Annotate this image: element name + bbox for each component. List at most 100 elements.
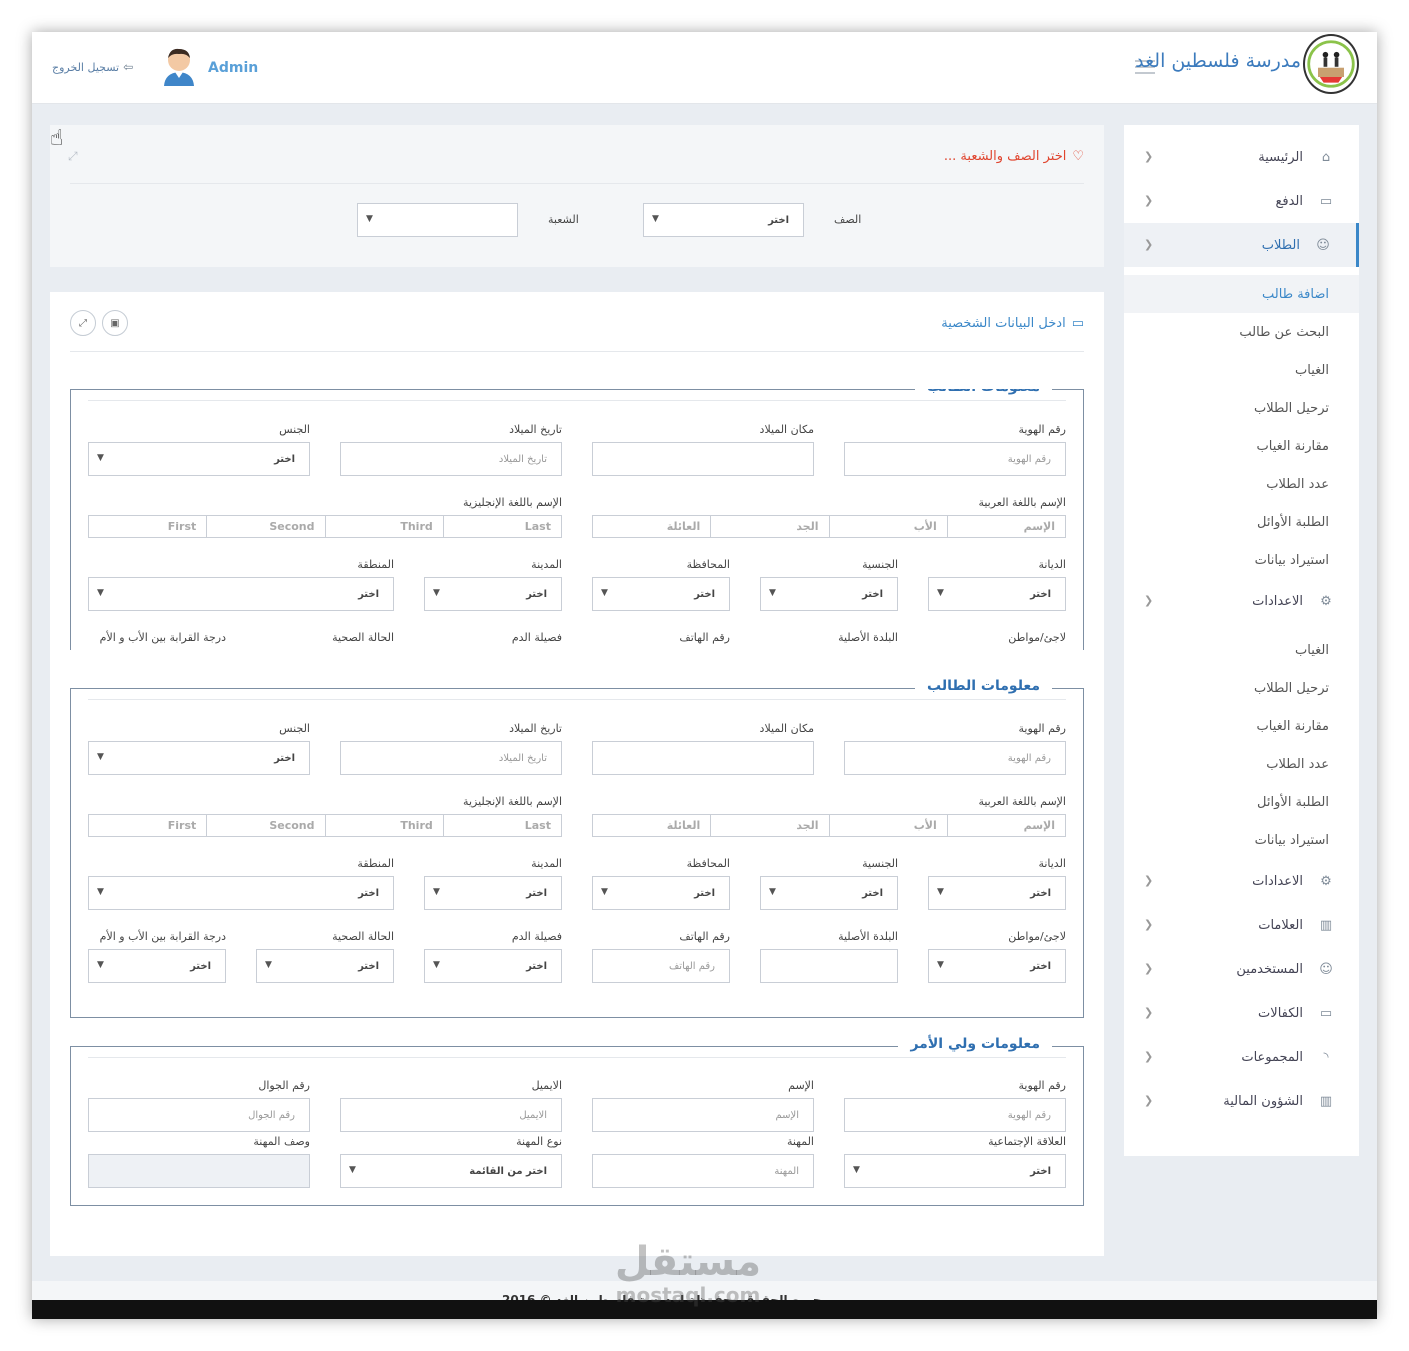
guardian-mobile-input[interactable]: رقم الجوال xyxy=(88,1098,310,1132)
gender-select[interactable]: اختر ▼ xyxy=(88,741,310,775)
religion-label: الديانة xyxy=(1038,857,1066,870)
grandfather-name-ar-input[interactable]: الجد xyxy=(711,815,830,836)
grandfather-name-ar-input[interactable]: الجد xyxy=(711,516,830,537)
guardian-fieldset-wrap: معلومات ولي الأمر رقم الهوية رقم الهوية … xyxy=(70,1036,1084,1206)
id-input[interactable]: رقم الهوية xyxy=(844,442,1066,476)
governorate-label: المحافظة xyxy=(686,558,730,571)
hometown-input[interactable] xyxy=(760,949,898,983)
governorate-select[interactable]: اختر ▼ xyxy=(592,577,730,611)
health-label: الحالة الصحية xyxy=(332,930,394,943)
region-select[interactable]: اختر ▼ xyxy=(88,577,394,611)
avatar[interactable] xyxy=(162,46,196,86)
chevron-down-icon: ▼ xyxy=(433,887,440,897)
health-select[interactable]: اختر ▼ xyxy=(256,949,394,983)
first-name-ar-input[interactable]: الإسم xyxy=(948,815,1065,836)
job-type-select[interactable]: اختر من القائمة ▼ xyxy=(340,1154,562,1188)
sidebar-sub-absence[interactable]: الغياب xyxy=(1124,351,1359,389)
job-input[interactable]: المهنة xyxy=(592,1154,814,1188)
id-input[interactable]: رقم الهوية xyxy=(844,741,1066,775)
sidebar-sub-search-student[interactable]: البحث عن طالب xyxy=(1124,313,1359,351)
sidebar-sub-absence-compare[interactable]: مقارنة الغياب xyxy=(1124,427,1359,465)
first-name-en-input[interactable]: First xyxy=(89,516,206,537)
refugee-select[interactable]: اختر ▼ xyxy=(928,949,1066,983)
sidebar-item-payment[interactable]: ▭ الدفع ❮ xyxy=(1124,179,1359,223)
save-button[interactable]: ▣ xyxy=(102,310,128,336)
last-name-en-input[interactable]: Last xyxy=(442,815,561,836)
folder-icon: ▭ xyxy=(1319,193,1333,209)
third-name-en-input[interactable]: Third xyxy=(324,516,443,537)
last-name-en-input[interactable]: Last xyxy=(442,516,561,537)
relation-select[interactable]: اختر ▼ xyxy=(844,1154,1066,1188)
admin-name[interactable]: Admin xyxy=(208,60,258,76)
region-select[interactable]: اختر ▼ xyxy=(88,876,394,910)
legend-underline xyxy=(88,400,1066,401)
first-name-en-input[interactable]: First xyxy=(89,815,206,836)
family-name-ar-input[interactable]: العائلة xyxy=(593,516,712,537)
sidebar-sub-top-students[interactable]: الطلبة الأوائل xyxy=(1124,503,1359,541)
sidebar-sub-import[interactable]: استيراد بيانات xyxy=(1124,821,1359,859)
birthplace-input[interactable] xyxy=(592,741,814,775)
sidebar-sub-add-student[interactable]: اضافة طالب xyxy=(1124,275,1359,313)
sidebar-item-finance[interactable]: ▥ الشؤون المالية ❮ xyxy=(1124,1079,1359,1123)
sidebar-sub-absence-compare[interactable]: مقارنة الغياب xyxy=(1124,707,1359,745)
third-name-en-input[interactable]: Third xyxy=(324,815,443,836)
religion-label: الديانة xyxy=(1038,558,1066,571)
religion-select[interactable]: اختر ▼ xyxy=(928,876,1066,910)
governorate-select[interactable]: اختر ▼ xyxy=(592,876,730,910)
guardian-name-input[interactable]: الإسم xyxy=(592,1098,814,1132)
birthdate-label: تاريخ الميلاد xyxy=(509,722,562,735)
guardian-id-input[interactable]: رقم الهوية xyxy=(844,1098,1066,1132)
sidebar-sub-top-students[interactable]: الطلبة الأوائل xyxy=(1124,783,1359,821)
sidebar-sub-import[interactable]: استيراد بيانات xyxy=(1124,541,1359,579)
chevron-left-icon: ❮ xyxy=(1144,1094,1154,1107)
birthplace-input[interactable] xyxy=(592,442,814,476)
student-legend: معلومات الطالب xyxy=(915,389,1052,395)
chevron-left-icon: ❮ xyxy=(1144,150,1154,163)
nationality-select[interactable]: اختر ▼ xyxy=(760,577,898,611)
family-name-ar-input[interactable]: العائلة xyxy=(593,815,712,836)
kinship-select[interactable]: اختر ▼ xyxy=(88,949,226,983)
father-name-ar-input[interactable]: الأب xyxy=(830,815,948,836)
phone-input[interactable]: رقم الهاتف xyxy=(592,949,730,983)
sidebar-item-settings[interactable]: ⚙ الاعدادات ❮ xyxy=(1124,579,1359,623)
blood-select[interactable]: اختر ▼ xyxy=(424,949,562,983)
class-select[interactable]: اختر ▼ xyxy=(643,203,804,237)
sidebar-sub-promote[interactable]: ترحيل الطلاب xyxy=(1124,389,1359,427)
religion-select[interactable]: اختر ▼ xyxy=(928,577,1066,611)
sidebar-sub-absence[interactable]: الغياب xyxy=(1124,631,1359,669)
father-name-ar-input[interactable]: الأب xyxy=(830,516,948,537)
job-desc-input[interactable] xyxy=(88,1154,310,1188)
chevron-down-icon: ▼ xyxy=(97,588,104,598)
sidebar-item-sponsorships[interactable]: ▭ الكفالات ❮ xyxy=(1124,991,1359,1035)
second-name-en-input[interactable]: Second xyxy=(206,815,324,836)
phone-label: رقم الهاتف xyxy=(679,930,730,943)
city-select[interactable]: اختر ▼ xyxy=(424,577,562,611)
fullscreen-button[interactable]: ⤢ xyxy=(70,310,96,336)
sidebar-sub-promote[interactable]: ترحيل الطلاب xyxy=(1124,669,1359,707)
expand-icon[interactable]: ⤢ xyxy=(68,149,78,164)
sidebar-item-groups[interactable]: ◝ المجموعات ❮ xyxy=(1124,1035,1359,1079)
user-icon: ☺ xyxy=(1319,961,1333,977)
nationality-select[interactable]: اختر ▼ xyxy=(760,876,898,910)
gear-icon: ⚙ xyxy=(1320,593,1332,609)
class-panel-title: ♡ اختر الصف والشعبة ... xyxy=(943,149,1084,164)
second-name-en-input[interactable]: Second xyxy=(206,516,324,537)
panel-divider xyxy=(70,183,1084,184)
sidebar-sub-student-count[interactable]: عدد الطلاب xyxy=(1124,745,1359,783)
guardian-email-input[interactable]: الايميل xyxy=(340,1098,562,1132)
sidebar-sub-student-count[interactable]: عدد الطلاب xyxy=(1124,465,1359,503)
first-name-ar-input[interactable]: الإسم xyxy=(948,516,1065,537)
region-label: المنطقة xyxy=(357,558,394,571)
birthdate-input[interactable]: تاريخ الميلاد xyxy=(340,741,562,775)
nationality-label: الجنسية xyxy=(862,558,898,571)
sidebar-item-home[interactable]: ⌂ الرئيسية ❮ xyxy=(1124,135,1359,179)
gender-select[interactable]: اختر ▼ xyxy=(88,442,310,476)
sidebar-item-settings[interactable]: ⚙ الاعدادات ❮ xyxy=(1124,859,1359,903)
sidebar-item-grades[interactable]: ▥ العلامات ❮ xyxy=(1124,903,1359,947)
city-select[interactable]: اختر ▼ xyxy=(424,876,562,910)
sidebar-item-users[interactable]: ☺ المستخدمين ❮ xyxy=(1124,947,1359,991)
logout-link[interactable]: تسجيل الخروج ⇦ xyxy=(52,60,133,74)
sidebar-item-students[interactable]: ☺ الطلاب ❮ xyxy=(1124,223,1359,267)
birthdate-input[interactable]: تاريخ الميلاد xyxy=(340,442,562,476)
section-select[interactable]: ▼ xyxy=(357,203,518,237)
